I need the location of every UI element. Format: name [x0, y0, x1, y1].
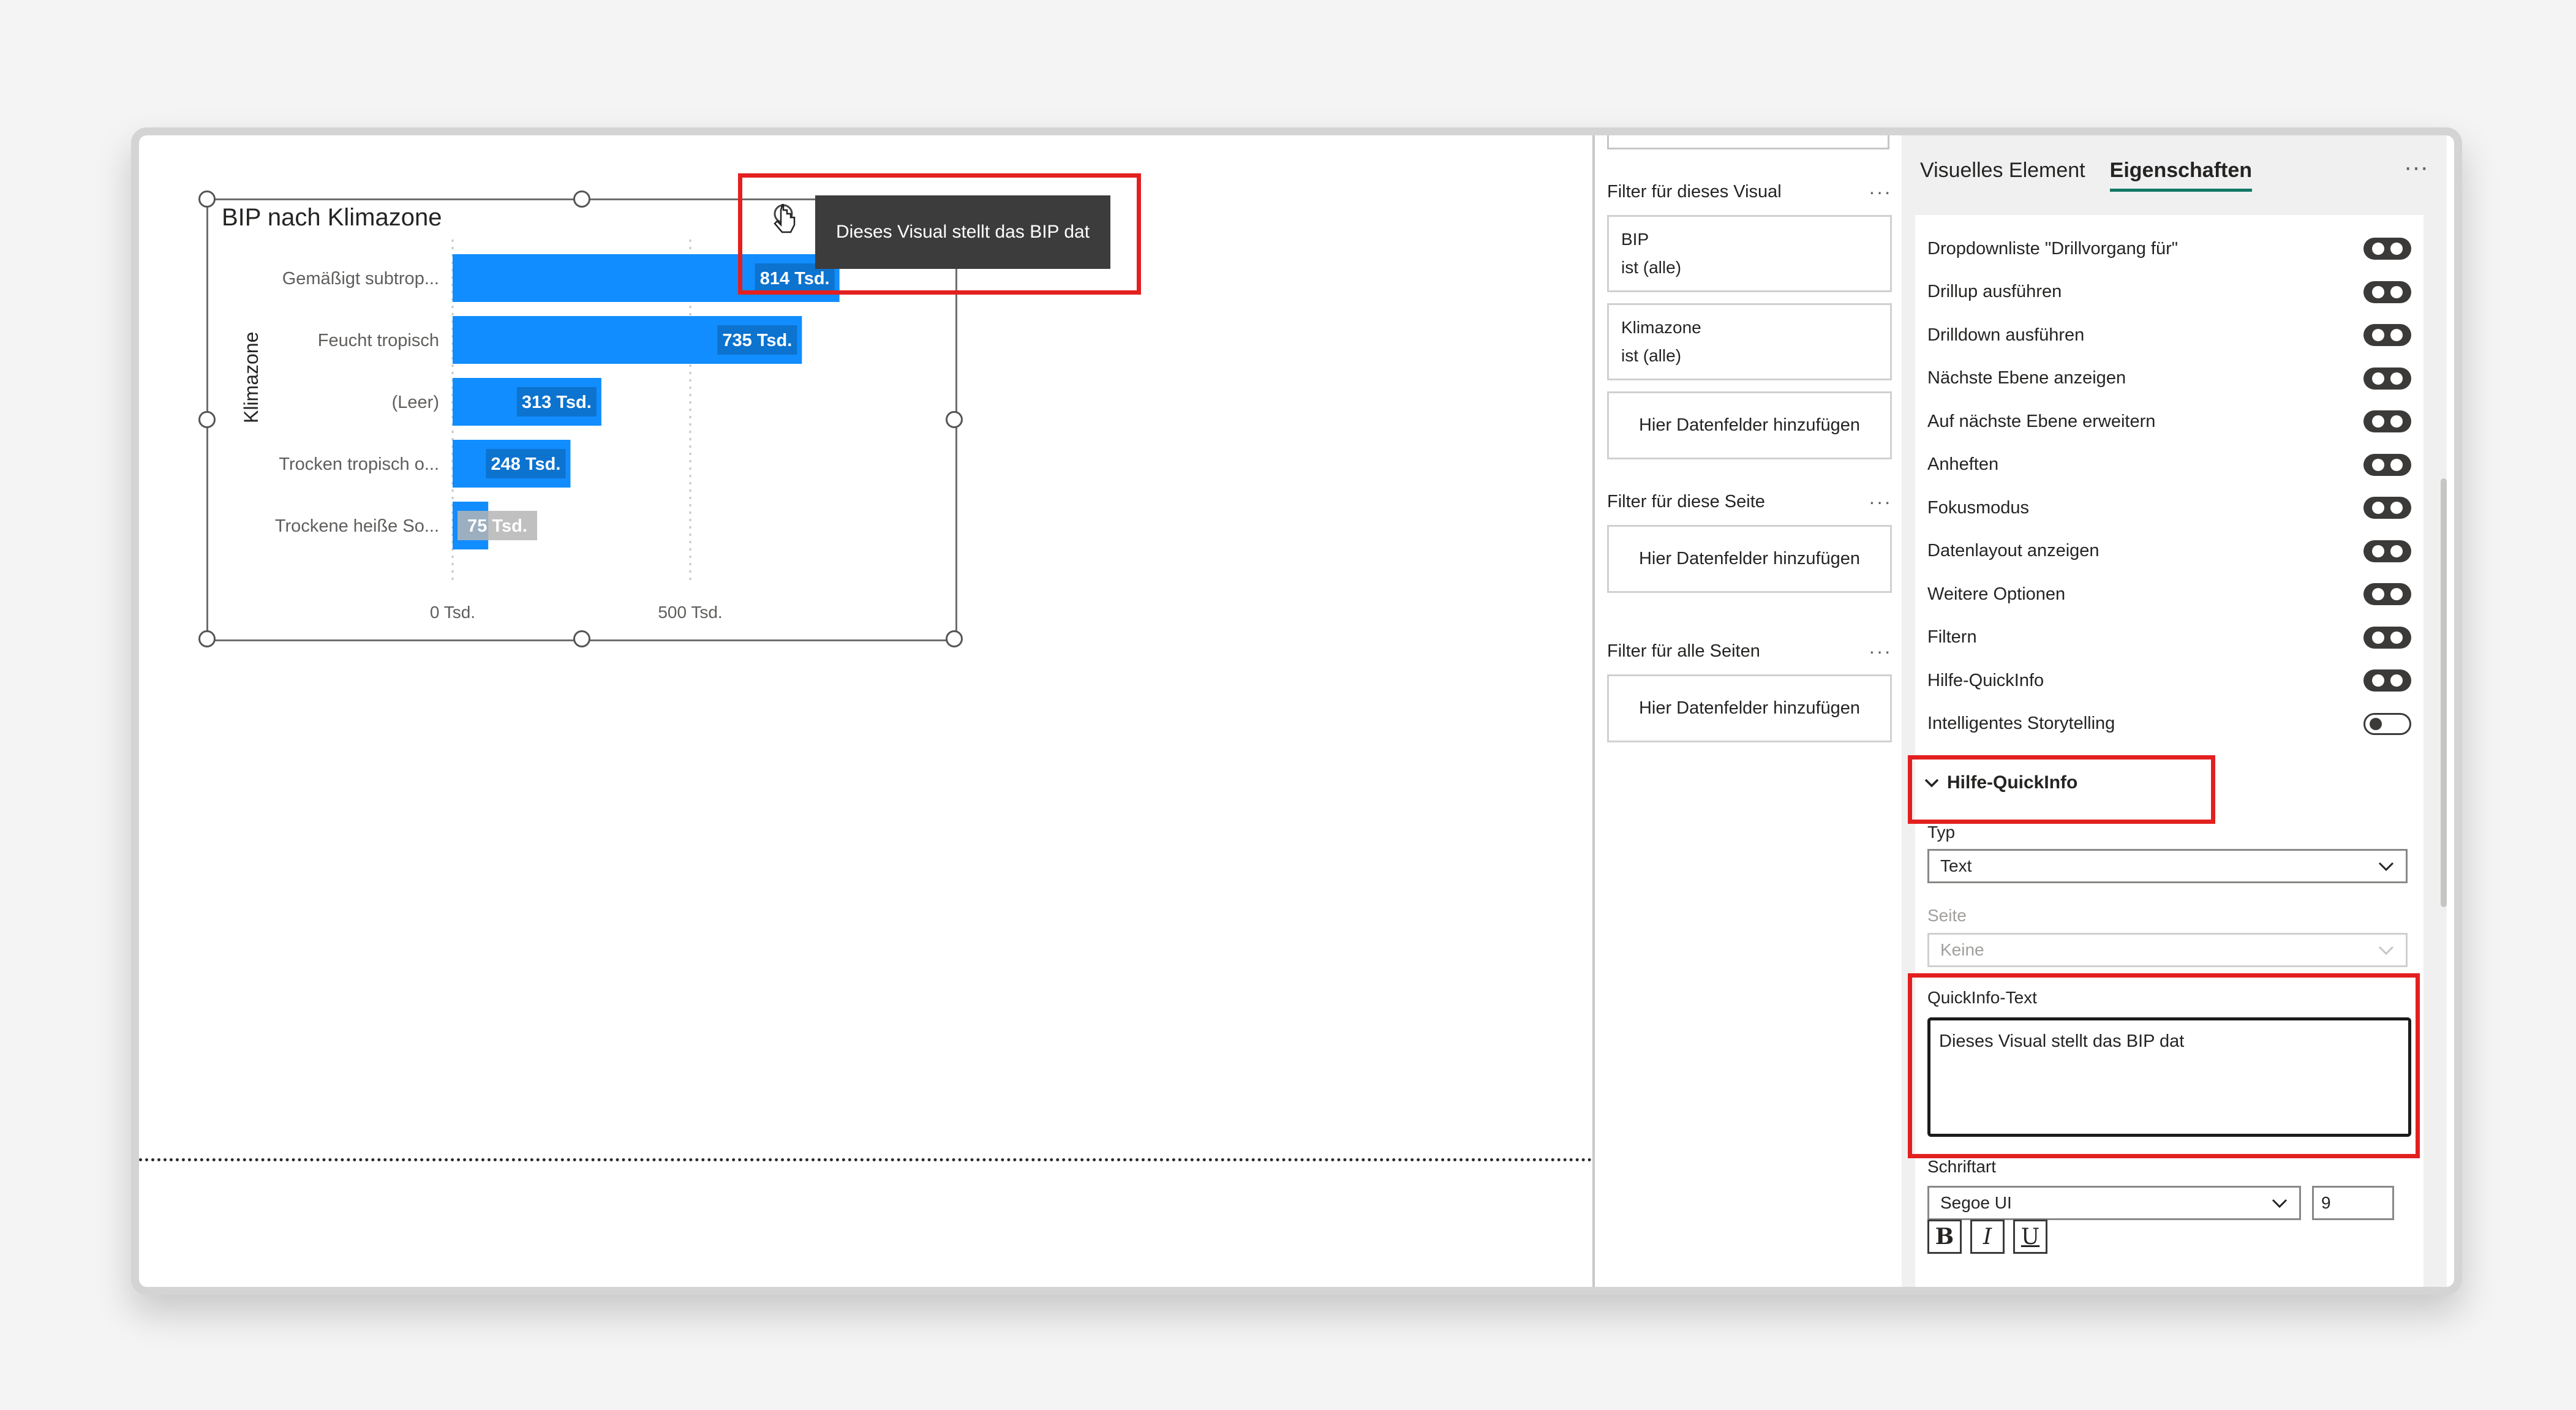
toggle-label: Nächste Ebene anzeigen	[1927, 368, 2126, 388]
app-window: BIP nach Klimazone Klimazone 0 Tsd. 500 T…	[131, 127, 2462, 1295]
toggle-switch[interactable]	[2363, 712, 2411, 735]
page-select: Keine	[1927, 933, 2408, 967]
header-icon-toggle-row: Drilldown ausführen	[1927, 314, 2411, 356]
data-label: 248 Tsd.	[491, 454, 560, 474]
header-icon-toggle-row: Fokusmodus	[1927, 486, 2411, 529]
filter-card-field: Klimazone	[1621, 318, 1701, 337]
format-pane-scrollbar[interactable]	[2441, 478, 2447, 907]
report-canvas: BIP nach Klimazone Klimazone 0 Tsd. 500 T…	[139, 135, 1592, 1287]
category-label: Feucht tropisch	[318, 331, 439, 350]
data-label: 313 Tsd.	[522, 393, 592, 412]
font-family-select[interactable]: Segoe UI	[1927, 1186, 2301, 1220]
font-size-value: 9	[2321, 1193, 2331, 1212]
toggle-label: Drilldown ausführen	[1927, 325, 2085, 345]
x-tick-label: 0 Tsd.	[430, 603, 475, 622]
page-boundary	[139, 1158, 1592, 1161]
filter-section-visual-title: Filter für dieses Visual	[1607, 181, 1782, 202]
more-options-icon[interactable]: ···	[1869, 640, 1892, 663]
toggle-switch[interactable]	[2363, 410, 2411, 432]
filter-search-box[interactable]	[1607, 135, 1889, 149]
filter-section-visual: Filter für dieses Visual ··· BIP ist (al…	[1607, 179, 1892, 459]
chevron-down-icon	[2378, 946, 2394, 956]
toggle-label: Weitere Optionen	[1927, 584, 2066, 604]
filter-section-all-pages-title: Filter für alle Seiten	[1607, 641, 1760, 661]
chevron-down-icon	[2378, 862, 2394, 872]
underline-button[interactable]: U	[2013, 1220, 2047, 1254]
filter-card-state: ist (alle)	[1621, 346, 1682, 365]
filter-card-field: BIP	[1621, 230, 1649, 249]
x-tick-label: 500 Tsd.	[658, 603, 722, 622]
header-icon-toggle-row: Nächste Ebene anzeigen	[1927, 357, 2411, 400]
toggle-switch[interactable]	[2363, 367, 2411, 390]
italic-button[interactable]: I	[1970, 1220, 2005, 1254]
data-label: 735 Tsd.	[722, 331, 792, 350]
category-label: Gemäßigt subtrop...	[282, 269, 439, 288]
filter-section-page-title: Filter für diese Seite	[1607, 491, 1765, 511]
data-label: 75 Tsd.	[467, 516, 527, 536]
header-icon-toggle-row: Anheften	[1927, 443, 2411, 486]
add-data-fields-page[interactable]: Hier Datenfelder hinzufügen	[1607, 525, 1892, 593]
tab-visual[interactable]: Visuelles Element	[1920, 159, 2085, 192]
header-icon-toggle-row: Intelligentes Storytelling	[1927, 703, 2411, 745]
filter-card-state: ist (alle)	[1621, 258, 1682, 277]
toggle-label: Datenlayout anzeigen	[1927, 541, 2100, 560]
header-icon-toggle-row: Filtern	[1927, 616, 2411, 659]
category-label: Trockene heiße So...	[275, 516, 439, 536]
type-label: Typ	[1927, 823, 1956, 842]
page-select-value: Keine	[1940, 940, 1984, 959]
tab-properties[interactable]: Eigenschaften	[2109, 159, 2253, 192]
toggle-switch[interactable]	[2363, 669, 2411, 692]
header-icon-toggle-row: Drillup ausführen	[1927, 271, 2411, 314]
more-options-icon[interactable]: ···	[2404, 154, 2428, 181]
header-icon-toggle-row: Datenlayout anzeigen	[1927, 530, 2411, 573]
toggle-switch[interactable]	[2363, 453, 2411, 476]
header-icon-toggle-row: Auf nächste Ebene erweitern	[1927, 400, 2411, 443]
toggle-switch[interactable]	[2363, 238, 2411, 260]
toggle-switch[interactable]	[2363, 540, 2411, 562]
chevron-down-icon	[2272, 1199, 2288, 1208]
toggle-label: Drillup ausführen	[1927, 282, 2062, 301]
add-data-fields-all-pages[interactable]: Hier Datenfelder hinzufügen	[1607, 674, 1892, 742]
toggle-label: Filtern	[1927, 627, 1977, 647]
toggle-switch[interactable]	[2363, 497, 2411, 519]
bold-button[interactable]: B	[1927, 1220, 1962, 1254]
highlight-section-header	[1908, 755, 2215, 824]
toggle-switch[interactable]	[2363, 583, 2411, 605]
toggle-label: Auf nächste Ebene erweitern	[1927, 411, 2156, 431]
font-size-input[interactable]: 9	[2312, 1186, 2394, 1220]
toggle-label: Hilfe-QuickInfo	[1927, 670, 2044, 690]
page-label: Seite	[1927, 906, 1967, 925]
filter-section-all-pages: Filter für alle Seiten ··· Hier Datenfel…	[1607, 639, 1892, 742]
category-label: (Leer)	[392, 393, 439, 412]
type-select[interactable]: Text	[1927, 849, 2408, 883]
toggle-label: Anheften	[1927, 454, 1999, 474]
filters-pane: Filter für dieses Visual ··· BIP ist (al…	[1592, 135, 1904, 1287]
more-options-icon[interactable]: ···	[1869, 491, 1892, 513]
toggle-label: Dropdownliste "Drillvorgang für"	[1927, 238, 2179, 258]
toggle-label: Intelligentes Storytelling	[1927, 714, 2115, 733]
format-tabs: Visuelles Element Eigenschaften	[1920, 159, 2253, 192]
type-select-value: Text	[1940, 856, 1972, 875]
add-data-fields-visual[interactable]: Hier Datenfelder hinzufügen	[1607, 391, 1892, 459]
highlight-tooltip	[738, 173, 1141, 295]
font-label: Schriftart	[1927, 1157, 1997, 1176]
header-icon-toggle-row: Dropdownliste "Drillvorgang für"	[1927, 227, 2411, 270]
category-label: Trocken tropisch o...	[279, 454, 439, 474]
highlight-quickinfo-text	[1908, 973, 2420, 1158]
more-options-icon[interactable]: ···	[1869, 181, 1892, 203]
font-family-value: Segoe UI	[1940, 1193, 2012, 1212]
header-icon-toggle-row: Weitere Optionen	[1927, 573, 2411, 616]
toggle-switch[interactable]	[2363, 324, 2411, 346]
toggle-switch[interactable]	[2363, 626, 2411, 649]
filter-card-klimazone[interactable]: Klimazone ist (alle)	[1607, 303, 1892, 380]
toggle-label: Fokusmodus	[1927, 497, 2030, 518]
header-icon-toggle-row: Hilfe-QuickInfo	[1927, 659, 2411, 702]
filter-card-bip[interactable]: BIP ist (alle)	[1607, 215, 1892, 292]
filter-section-page: Filter für diese Seite ··· Hier Datenfel…	[1607, 489, 1892, 593]
toggle-switch[interactable]	[2363, 281, 2411, 303]
